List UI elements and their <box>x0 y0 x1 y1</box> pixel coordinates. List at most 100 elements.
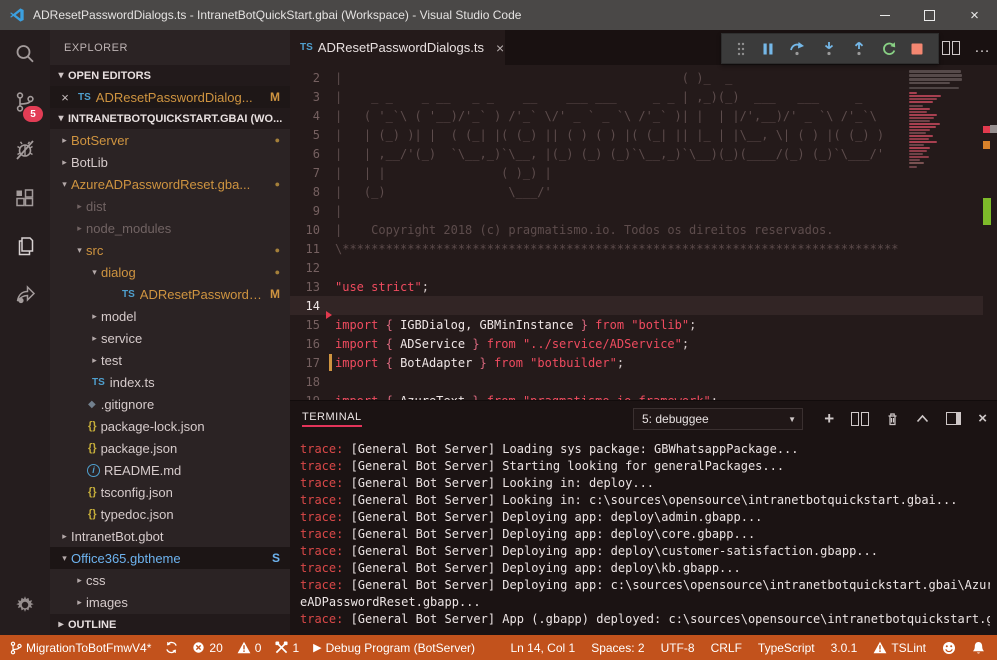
tab-close-icon[interactable]: × <box>496 40 504 56</box>
tree-item[interactable]: TSindex.ts <box>50 371 290 393</box>
pause-button[interactable] <box>760 41 776 57</box>
code-line[interactable]: 8| (_) \___/' <box>290 182 983 201</box>
tree-item[interactable]: ▸images <box>50 591 290 613</box>
minimize-button[interactable] <box>862 0 907 30</box>
toggle-panel-position-button[interactable] <box>946 412 961 425</box>
tree-item[interactable]: ▾AzureADPasswordReset.gba...● <box>50 173 290 195</box>
debug-status[interactable]: ▶ Debug Program (BotServer) <box>313 641 475 655</box>
activity-debug[interactable] <box>0 126 50 174</box>
tree-item[interactable]: ▸test <box>50 349 290 371</box>
split-editor-button[interactable] <box>942 41 960 55</box>
tree-item[interactable]: ▸BotServer● <box>50 129 290 151</box>
tree-item[interactable]: ▸service <box>50 327 290 349</box>
activity-search[interactable] <box>0 30 50 78</box>
activity-extensions[interactable] <box>0 174 50 222</box>
tree-item[interactable]: ▾dialog● <box>50 261 290 283</box>
notifications-bell-button[interactable] <box>972 641 985 655</box>
section-workspace[interactable]: ▾ INTRANETBOTQUICKSTART.GBAI (WO... <box>50 108 290 129</box>
panel-header: TERMINAL 5: debuggee ▼ + × <box>290 401 997 436</box>
tree-item[interactable]: {}package-lock.json <box>50 415 290 437</box>
tree-item[interactable]: iREADME.md <box>50 459 290 481</box>
section-outline[interactable]: ▸ OUTLINE <box>50 614 290 635</box>
sync-status[interactable] <box>165 641 178 654</box>
activity-source-control[interactable]: 5 <box>0 78 50 126</box>
code-line[interactable]: 19import { AzureText } from "pragmatismo… <box>290 391 983 400</box>
new-terminal-button[interactable]: + <box>824 409 834 429</box>
editor-more-actions-button[interactable]: … <box>974 39 991 57</box>
restart-button[interactable] <box>881 41 897 57</box>
code-line[interactable]: 4| ( '_`\ ( '__)/'_` ) /'_` \/' _ ` _ `\… <box>290 106 983 125</box>
explorer-tree: ▸BotServer●▸BotLib▾AzureADPasswordReset.… <box>50 129 290 613</box>
code-line[interactable]: 16import { ADService } from "../service/… <box>290 334 983 353</box>
code-line[interactable]: 14 <box>290 296 983 315</box>
feedback-smiley-button[interactable] <box>942 641 956 655</box>
code-line[interactable]: 3| _ _ _ __ _ _ __ ___ ___ _ _ | ,_)(_) … <box>290 87 983 106</box>
overview-ruler-scrollbar[interactable] <box>983 65 997 400</box>
terminal-output[interactable]: trace: [General Bot Server] Loading sys … <box>300 441 990 628</box>
activity-files[interactable] <box>0 222 50 270</box>
settings-gear-button[interactable] <box>0 587 50 623</box>
tree-item[interactable]: ▾src● <box>50 239 290 261</box>
vscode-logo-icon <box>9 7 25 23</box>
code-line[interactable]: 13"use strict"; <box>290 277 983 296</box>
section-open-editors[interactable]: ▾ OPEN EDITORS <box>50 65 290 86</box>
code-line[interactable]: 10| Copyright 2018 (c) pragmatismo.io. T… <box>290 220 983 239</box>
code-line[interactable]: 7| | | ( )_) | <box>290 163 983 182</box>
tab-adresetpassworddialogs[interactable]: TS ADResetPasswordDialogs.ts × <box>290 30 505 65</box>
code-line[interactable]: 6| | ,__/'(_) `\__,_)`\__, |(_) (_) (_)`… <box>290 144 983 163</box>
eol-status[interactable]: CRLF <box>711 641 742 655</box>
code-line[interactable]: 12 <box>290 258 983 277</box>
tree-item[interactable]: ▸model <box>50 305 290 327</box>
code-editor[interactable]: 2| ( )_ _3| _ _ _ __ _ _ __ ___ ___ _ _ … <box>290 65 997 400</box>
step-out-button[interactable] <box>851 41 867 57</box>
language-status[interactable]: TypeScript <box>758 641 815 655</box>
tree-item[interactable]: {}tsconfig.json <box>50 481 290 503</box>
errors-status[interactable]: 20 <box>192 641 222 655</box>
tree-item[interactable]: {}typedoc.json <box>50 503 290 525</box>
maximize-panel-button[interactable] <box>916 414 929 423</box>
split-terminal-button[interactable] <box>851 412 869 426</box>
close-panel-button[interactable]: × <box>978 410 987 427</box>
indentation-status[interactable]: Spaces: 2 <box>591 641 644 655</box>
tree-item[interactable]: {}package.json <box>50 437 290 459</box>
typescript-version-status[interactable]: 3.0.1 <box>831 641 858 655</box>
git-branch-status[interactable]: MigrationToBotFmwV4* <box>10 641 151 655</box>
terminal-select[interactable]: 5: debuggee ▼ <box>633 408 803 430</box>
tree-item[interactable]: ▸dist <box>50 195 290 217</box>
step-over-button[interactable] <box>789 41 807 57</box>
code-line[interactable]: 11\*************************************… <box>290 239 983 258</box>
open-editor-label: ADResetPasswordDialog... <box>96 90 253 105</box>
close-editor-icon[interactable]: × <box>58 90 72 105</box>
warnings-status[interactable]: 0 <box>237 641 262 655</box>
tree-item[interactable]: ▸node_modules <box>50 217 290 239</box>
maximize-button[interactable] <box>907 0 952 30</box>
extensions-icon <box>13 186 37 210</box>
code-line[interactable]: 9| <box>290 201 983 220</box>
stop-button[interactable] <box>910 42 924 56</box>
cursor-position-status[interactable]: Ln 14, Col 1 <box>510 641 575 655</box>
code-line[interactable]: 15import { IGBDialog, GBMinInstance } fr… <box>290 315 983 334</box>
open-editor-item[interactable]: × TS ADResetPasswordDialog... M <box>50 86 290 108</box>
code-line[interactable]: 18 <box>290 372 983 391</box>
tasks-status[interactable]: 1 <box>275 641 299 655</box>
code-line[interactable]: 17import { BotAdapter } from "botbuilder… <box>290 353 983 372</box>
encoding-status[interactable]: UTF-8 <box>661 641 695 655</box>
minimap[interactable] <box>905 65 983 400</box>
code-line[interactable]: 5| | (_) )| | ( (_| |( (_) || ( ) ( ) |(… <box>290 125 983 144</box>
tree-item[interactable]: ◆.gitignore <box>50 393 290 415</box>
tslint-status[interactable]: TSLint <box>873 641 926 655</box>
smiley-icon <box>942 641 956 655</box>
kill-terminal-button[interactable] <box>886 412 899 426</box>
toolbar-grip-handle[interactable] <box>736 41 746 57</box>
tree-item[interactable]: ▸IntranetBot.gbot <box>50 525 290 547</box>
minimap-line <box>909 98 937 100</box>
step-into-button[interactable] <box>821 41 837 57</box>
tree-item[interactable]: TSADResetPasswordDial...M <box>50 283 290 305</box>
code-line[interactable]: 2| ( )_ _ <box>290 68 983 87</box>
tab-terminal[interactable]: TERMINAL <box>302 411 362 427</box>
tree-item[interactable]: ▾Office365.gbthemeS <box>50 547 290 569</box>
tree-item[interactable]: ▸BotLib <box>50 151 290 173</box>
close-button[interactable]: × <box>952 0 997 30</box>
tree-item[interactable]: ▸css <box>50 569 290 591</box>
activity-share[interactable] <box>0 270 50 318</box>
